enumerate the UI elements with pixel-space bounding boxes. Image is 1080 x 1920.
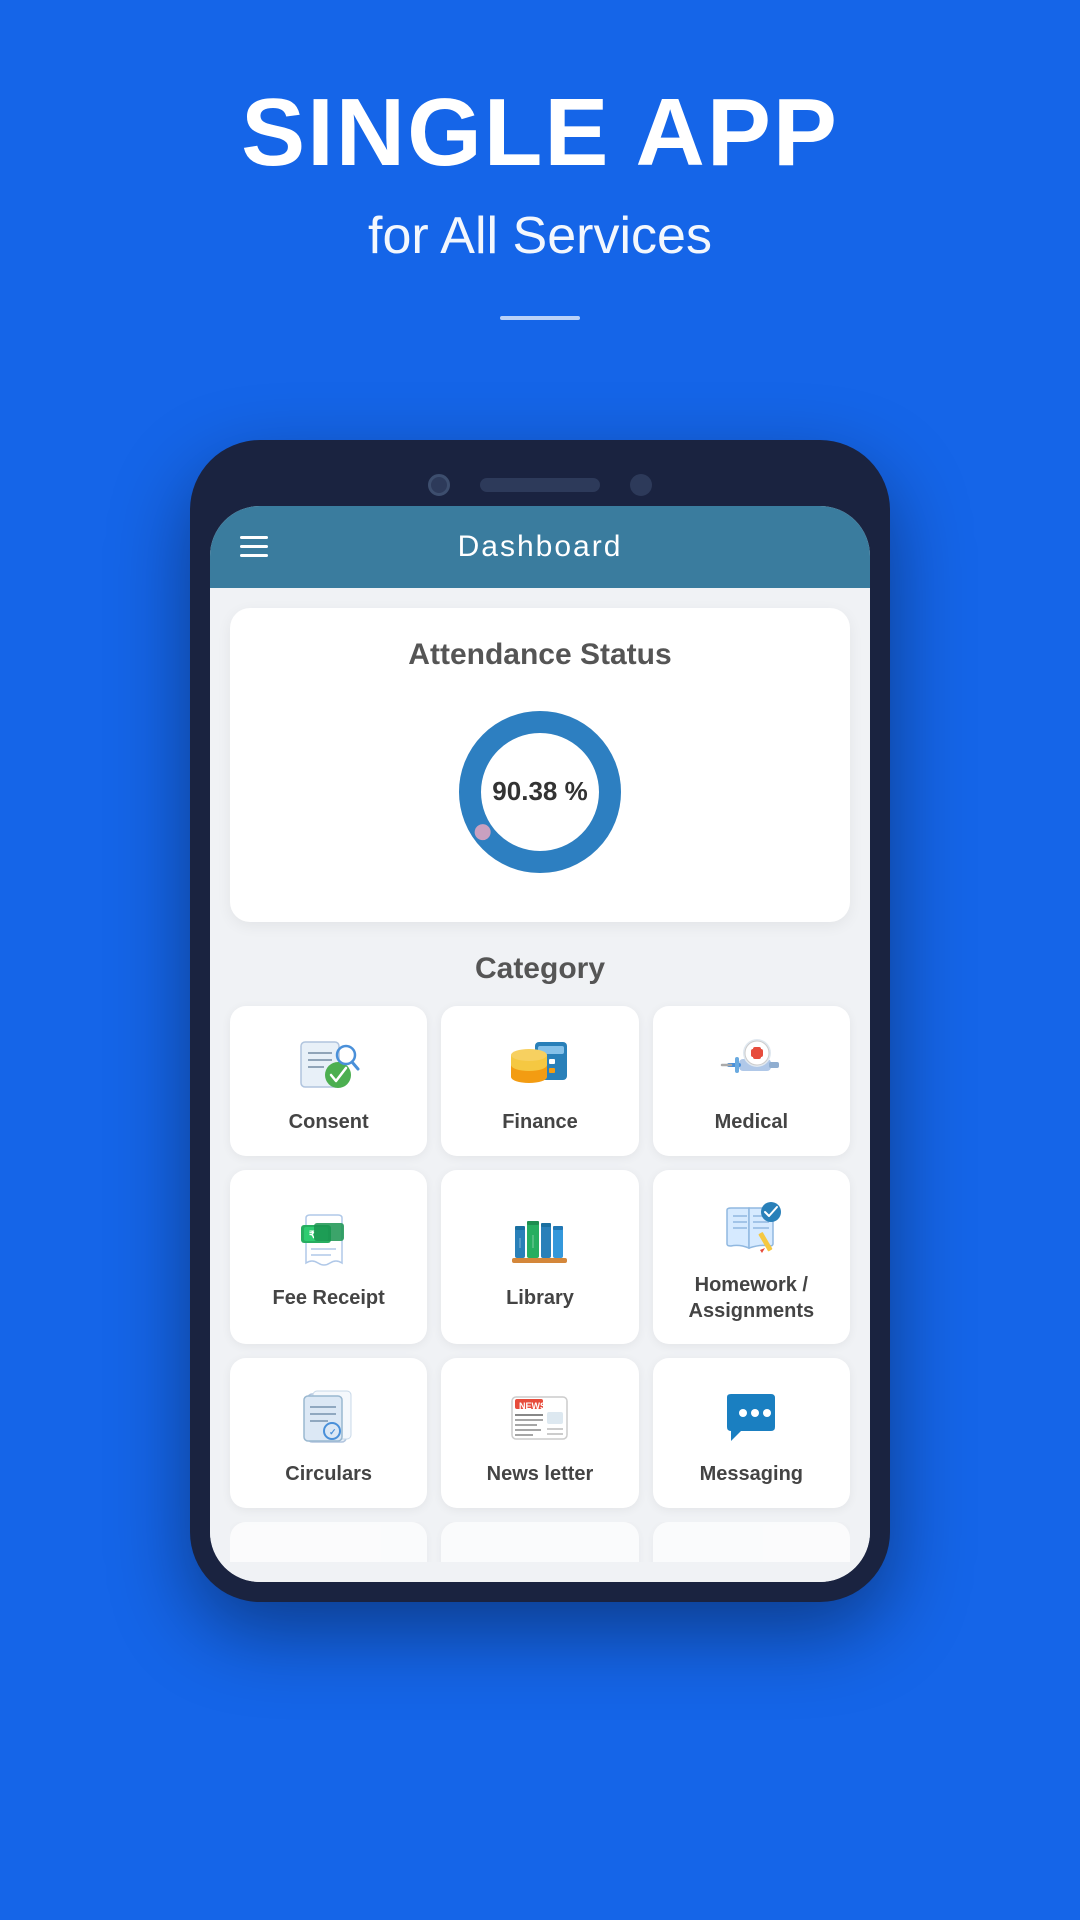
svg-text:NEWS: NEWS [519, 1401, 546, 1411]
bottom-item-1 [230, 1522, 427, 1562]
hero-subtitle: for All Services [40, 206, 1040, 266]
phone-speaker [480, 478, 600, 492]
attendance-percentage: 90.38 % [492, 776, 587, 807]
dashboard-header: Dashboard [210, 506, 870, 588]
svg-text:✓: ✓ [329, 1427, 337, 1437]
category-item-homework[interactable]: Homework /Assignments [653, 1170, 850, 1344]
phone-screen: Dashboard Attendance Status 90.38 % [210, 506, 870, 1582]
phone-mockup: Dashboard Attendance Status 90.38 % [190, 440, 890, 1602]
category-item-medical[interactable]: Medical [653, 1006, 850, 1156]
attendance-card: Attendance Status 90.38 % [230, 608, 850, 922]
category-item-consent[interactable]: Consent [230, 1006, 427, 1156]
hero-title: SINGLE APP [40, 80, 1040, 186]
phone-camera [428, 474, 450, 496]
category-item-circulars[interactable]: ✓ Circulars [230, 1358, 427, 1508]
attendance-donut-chart: 90.38 % [450, 702, 630, 882]
phone-sensor [630, 474, 652, 496]
finance-label: Finance [502, 1109, 578, 1135]
circulars-label: Circulars [285, 1461, 372, 1487]
messaging-icon [716, 1387, 786, 1447]
phone-mockup-container: Dashboard Attendance Status 90.38 % [0, 440, 1080, 1662]
category-section: Category [210, 942, 870, 1582]
category-item-finance[interactable]: Finance [441, 1006, 638, 1156]
category-item-library[interactable]: Library [441, 1170, 638, 1344]
medical-label: Medical [715, 1109, 788, 1135]
bottom-item-2 [441, 1522, 638, 1562]
circulars-icon: ✓ [294, 1387, 364, 1447]
hamburger-menu-button[interactable] [240, 536, 268, 557]
homework-label: Homework /Assignments [689, 1272, 815, 1324]
library-label: Library [506, 1285, 574, 1311]
fee-receipt-icon: ₹ [294, 1211, 364, 1271]
homework-icon [716, 1198, 786, 1258]
fee-receipt-label: Fee Receipt [273, 1285, 385, 1311]
phone-notch [210, 460, 870, 506]
consent-icon [294, 1035, 364, 1095]
consent-label: Consent [289, 1109, 369, 1135]
library-icon [505, 1211, 575, 1271]
bottom-item-3 [653, 1522, 850, 1562]
category-grid: Consent [230, 1006, 850, 1508]
medical-icon [716, 1035, 786, 1095]
category-item-fee-receipt[interactable]: ₹ Fee Receipt [230, 1170, 427, 1344]
hero-section: SINGLE APP for All Services [0, 0, 1080, 440]
category-item-newsletter[interactable]: NEWS [441, 1358, 638, 1508]
dashboard-title: Dashboard [458, 530, 623, 564]
newsletter-icon: NEWS [505, 1387, 575, 1447]
hero-divider [500, 316, 580, 320]
category-item-messaging[interactable]: Messaging [653, 1358, 850, 1508]
category-section-title: Category [230, 952, 850, 986]
finance-icon [505, 1035, 575, 1095]
attendance-section-title: Attendance Status [250, 638, 830, 672]
bottom-row-partial [230, 1522, 850, 1562]
newsletter-label: News letter [487, 1461, 594, 1487]
messaging-label: Messaging [700, 1461, 803, 1487]
